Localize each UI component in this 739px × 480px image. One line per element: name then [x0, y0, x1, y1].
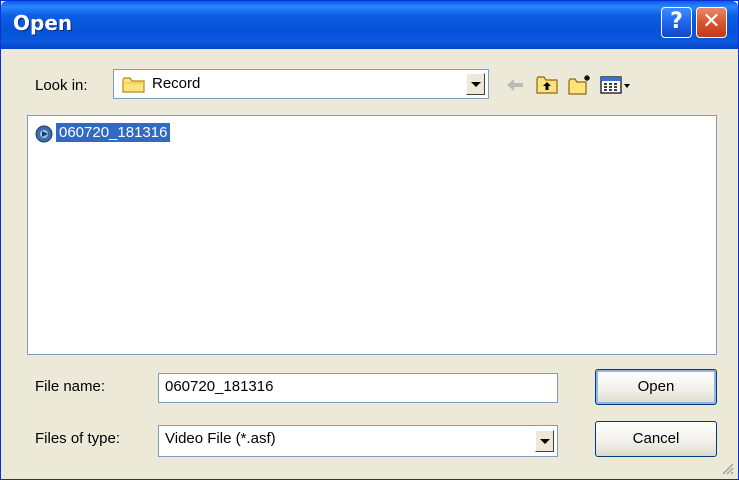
files-of-type-dropdown[interactable]: Video File (*.asf)	[158, 425, 558, 457]
cancel-button[interactable]: Cancel	[595, 421, 717, 457]
files-of-type-label: Files of type:	[35, 430, 121, 447]
resize-grip-icon[interactable]	[720, 461, 734, 475]
file-name: 060720_181316	[56, 123, 171, 142]
chevron-down-icon[interactable]	[466, 73, 485, 95]
title-bar[interactable]: Open ? ✕	[1, 1, 738, 49]
help-button[interactable]: ?	[661, 7, 692, 38]
dialog-title: Open	[13, 11, 73, 35]
look-in-label: Look in:	[35, 77, 88, 94]
file-list[interactable]: 060720_181316	[27, 115, 717, 355]
back-arrow-icon[interactable]	[503, 73, 527, 97]
file-name-value: 060720_181316	[165, 378, 274, 395]
folder-icon	[122, 76, 146, 98]
view-menu-icon[interactable]	[599, 73, 635, 97]
open-button[interactable]: Open	[595, 369, 717, 405]
files-of-type-value: Video File (*.asf)	[165, 430, 276, 447]
chevron-down-icon[interactable]	[535, 430, 554, 452]
create-new-folder-icon[interactable]	[567, 73, 591, 97]
video-file-icon	[34, 124, 54, 148]
file-name-input[interactable]: 060720_181316	[158, 373, 558, 403]
up-one-level-icon[interactable]	[535, 73, 559, 97]
open-dialog: Open ? ✕ Look in: Record 060720_181316 F…	[0, 0, 739, 480]
file-name-label: File name:	[35, 378, 106, 395]
look-in-value: Record	[152, 75, 201, 92]
look-in-dropdown[interactable]: Record	[113, 69, 489, 99]
close-button[interactable]: ✕	[696, 7, 727, 38]
